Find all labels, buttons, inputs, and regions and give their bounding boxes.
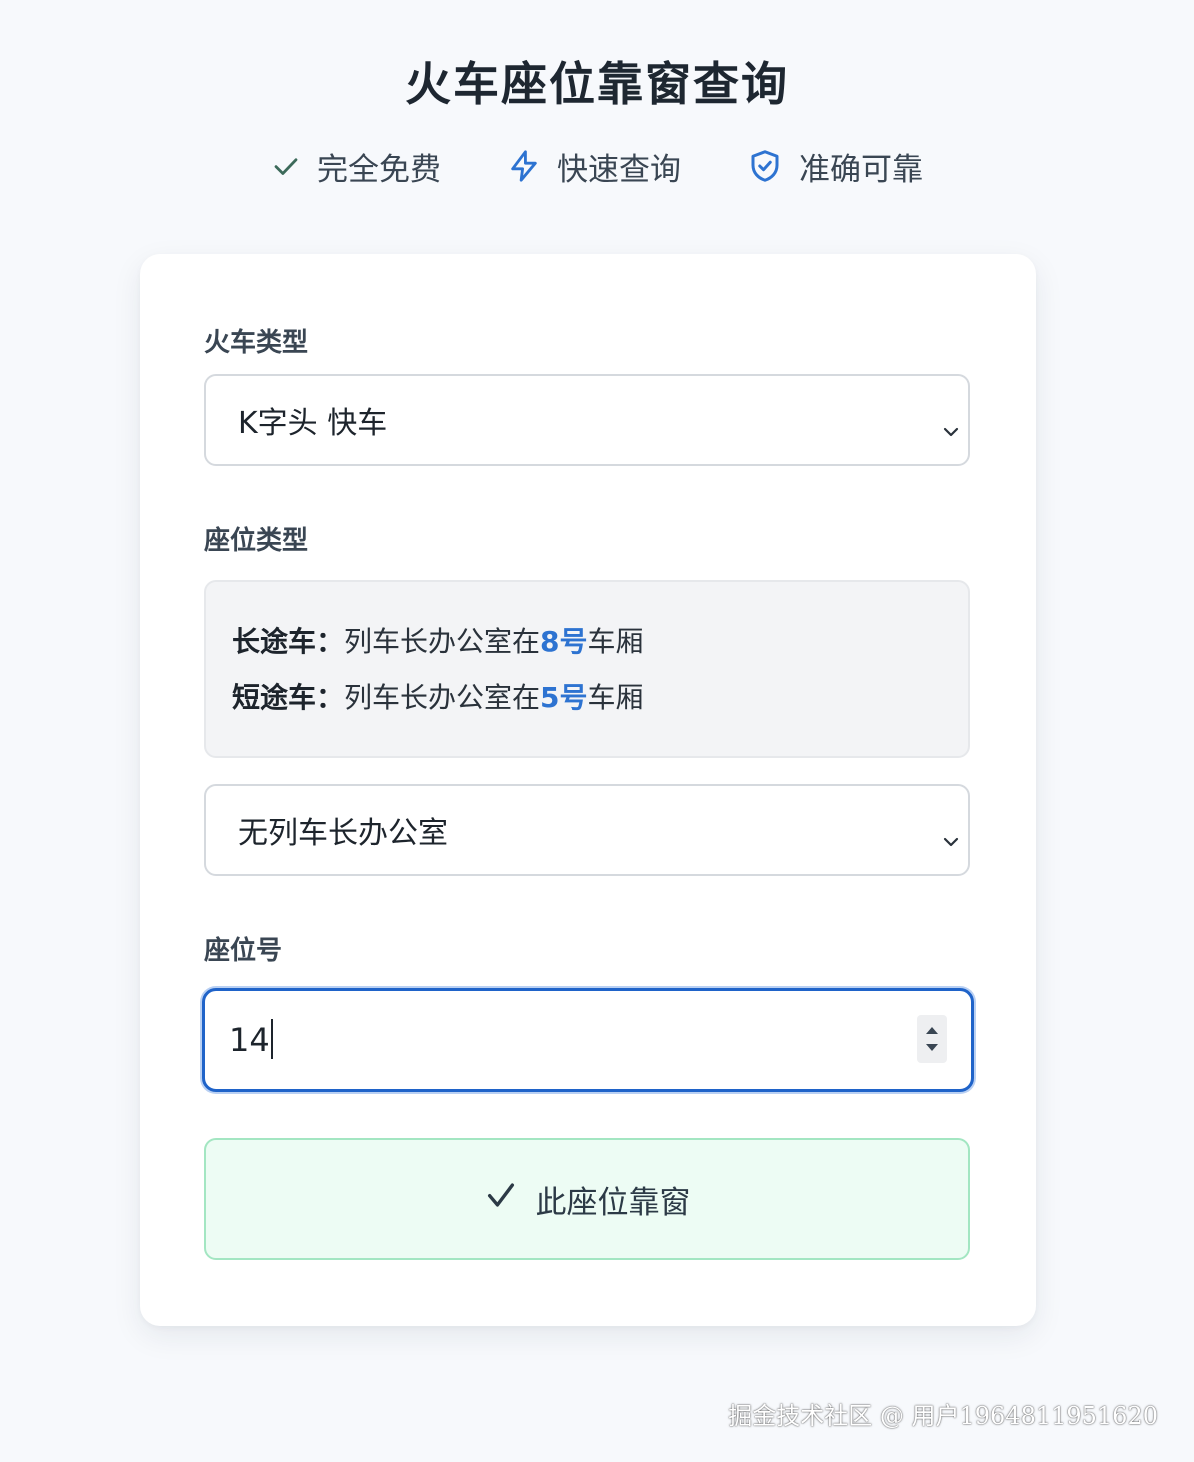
seat-type-select[interactable]: 无列车长办公室 — [204, 784, 970, 876]
feature-list: 完全免费 快速查询 准确可靠 — [0, 140, 1194, 192]
result-banner: 此座位靠窗 — [204, 1138, 970, 1260]
long-distance-suffix: 车厢 — [587, 625, 644, 658]
short-distance-info: 短途车：列车长办公室在5号车厢 — [232, 676, 968, 732]
feature-label: 准确可靠 — [799, 151, 923, 188]
seat-type-label: 座位类型 — [204, 526, 309, 556]
short-distance-car-number: 5号 — [540, 681, 588, 714]
long-distance-text: 列车长办公室在 — [344, 625, 541, 658]
train-type-value: K字头 快车 — [238, 406, 388, 441]
train-type-label: 火车类型 — [204, 328, 309, 358]
seat-type-value: 无列车长办公室 — [238, 816, 448, 851]
feature-fast: 快速查询 — [507, 140, 681, 192]
short-distance-label: 短途车： — [232, 681, 345, 714]
chevron-down-icon — [942, 412, 960, 447]
watermark: 掘金技术社区 @ 用户1964811951620 — [728, 1402, 1158, 1430]
long-distance-label: 长途车： — [232, 625, 345, 658]
text-caret — [270, 1019, 273, 1059]
check-icon — [484, 1178, 518, 1220]
office-info-box: 长途车：列车长办公室在8号车厢 短途车：列车长办公室在5号车厢 — [204, 580, 970, 758]
chevron-down-icon — [942, 822, 960, 857]
seat-number-value-wrap: 14 — [229, 1017, 273, 1063]
short-distance-suffix: 车厢 — [587, 681, 644, 714]
lightning-icon — [507, 148, 541, 184]
seat-number-value: 14 — [229, 1021, 270, 1059]
spinner-arrows-icon — [926, 1027, 938, 1051]
seat-number-input[interactable]: 14 — [202, 988, 974, 1092]
feature-reliable: 准确可靠 — [747, 140, 923, 192]
short-distance-text: 列车长办公室在 — [344, 681, 541, 714]
query-card: 火车类型 K字头 快车 座位类型 长途车：列车长办公室在8号车厢 短途车：列车长… — [140, 254, 1036, 1326]
page-title: 火车座位靠窗查询 — [405, 57, 789, 111]
shield-check-icon — [747, 148, 783, 184]
number-spinner[interactable] — [917, 1015, 947, 1063]
long-distance-car-number: 8号 — [540, 625, 588, 658]
result-text: 此座位靠窗 — [535, 1184, 691, 1221]
train-type-select[interactable]: K字头 快车 — [204, 374, 970, 466]
feature-label: 完全免费 — [317, 151, 441, 188]
feature-free: 完全免费 — [271, 140, 441, 192]
check-icon — [271, 151, 301, 181]
seat-number-label: 座位号 — [204, 936, 283, 966]
long-distance-info: 长途车：列车长办公室在8号车厢 — [232, 620, 968, 676]
feature-label: 快速查询 — [557, 151, 681, 188]
